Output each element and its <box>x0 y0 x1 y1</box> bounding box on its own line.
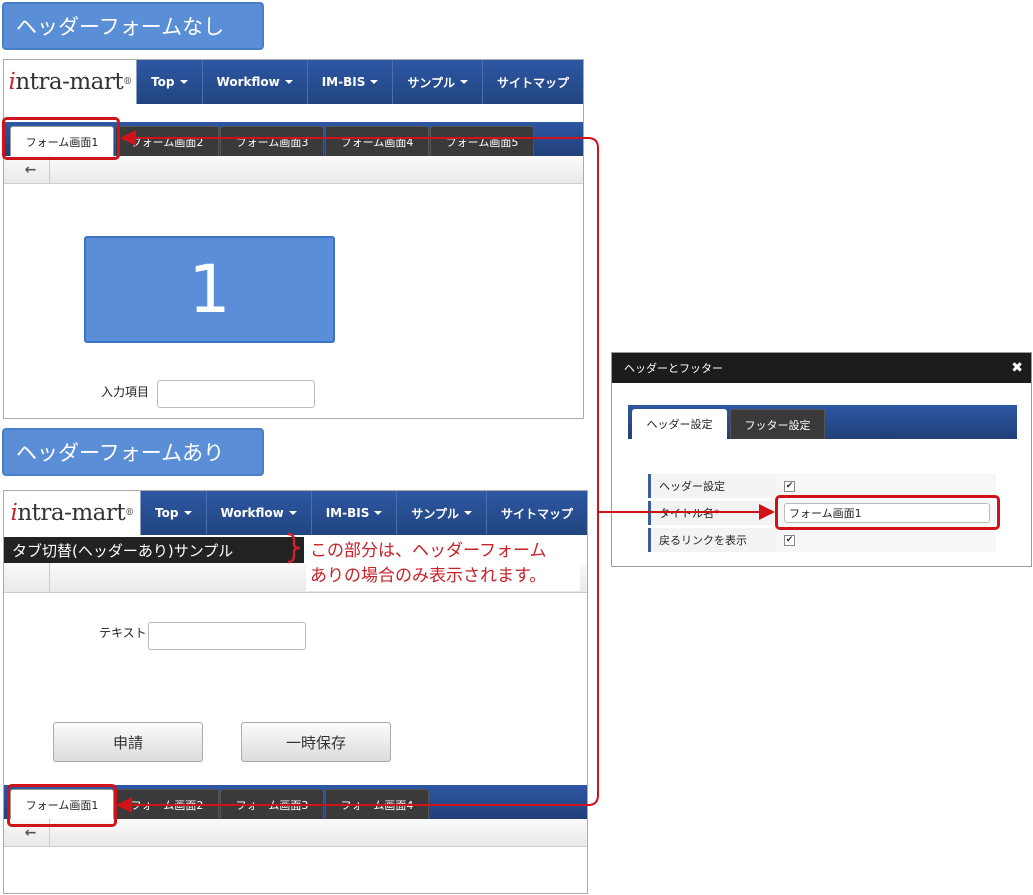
connector-arrows <box>116 130 775 813</box>
